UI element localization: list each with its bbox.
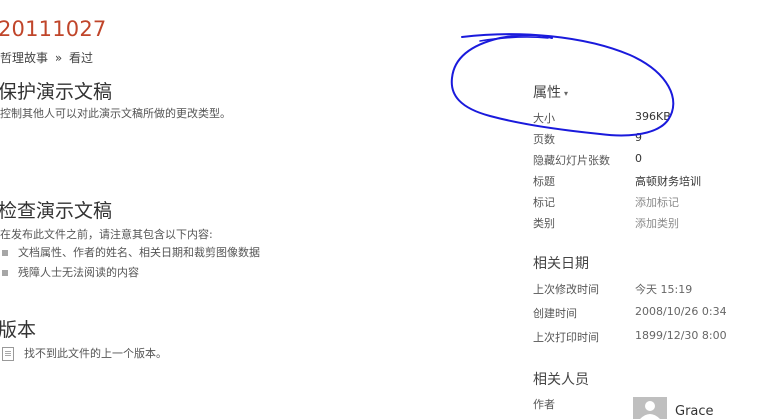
property-label: 页数	[533, 133, 555, 146]
versions-message: 找不到此文件的上一个版本。	[2, 345, 167, 361]
properties-heading[interactable]: 属性 ▾	[533, 82, 568, 102]
property-label: 大小	[533, 112, 555, 125]
protect-title[interactable]: 保护演示文稿	[0, 77, 112, 104]
bullet-icon	[2, 270, 8, 276]
versions-title[interactable]: 版本	[0, 315, 36, 342]
date-value-modified: 今天 15:19	[635, 283, 693, 296]
date-label: 上次修改时间	[533, 283, 599, 296]
chevron-down-icon[interactable]: ▾	[564, 89, 568, 98]
inspect-description: 在发布此文件之前，请注意其包含以下内容:	[0, 228, 213, 241]
property-value-size: 396KB	[635, 110, 671, 123]
date-label: 创建时间	[533, 307, 577, 320]
property-label: 标记	[533, 196, 555, 209]
date-label: 上次打印时间	[533, 331, 599, 344]
protect-description: 控制其他人可以对此演示文稿所做的更改类型。	[0, 107, 231, 120]
add-category-field[interactable]: 添加类别	[635, 215, 679, 231]
author-name[interactable]: Grace	[675, 404, 714, 419]
inspect-bullet: 残障人士无法阅读的内容	[2, 264, 139, 280]
document-icon	[2, 347, 14, 361]
property-value-pages: 9	[635, 131, 642, 144]
document-title: 20111027	[0, 17, 107, 41]
property-value-hidden-slides: 0	[635, 152, 642, 165]
date-value-printed: 1899/12/30 8:00	[635, 329, 727, 342]
bullet-icon	[2, 250, 8, 256]
inspect-bullet: 文档属性、作者的姓名、相关日期和裁剪图像数据	[2, 244, 260, 260]
breadcrumb-separator: »	[54, 51, 63, 65]
inspect-title[interactable]: 检查演示文稿	[0, 196, 112, 223]
date-value-created: 2008/10/26 0:34	[635, 305, 727, 318]
property-value-title[interactable]: 高顿财务培训	[635, 173, 701, 189]
related-people-heading: 相关人员	[533, 372, 589, 388]
author-label: 作者	[533, 398, 555, 411]
property-label: 类别	[533, 217, 555, 230]
property-label: 标题	[533, 175, 555, 188]
breadcrumb: 哲理故事 » 看过	[0, 49, 93, 66]
property-label: 隐藏幻灯片张数	[533, 154, 610, 167]
breadcrumb-item[interactable]: 看过	[69, 49, 93, 66]
breadcrumb-item[interactable]: 哲理故事	[0, 49, 48, 66]
related-dates-heading: 相关日期	[533, 256, 589, 272]
add-tag-field[interactable]: 添加标记	[635, 194, 679, 210]
